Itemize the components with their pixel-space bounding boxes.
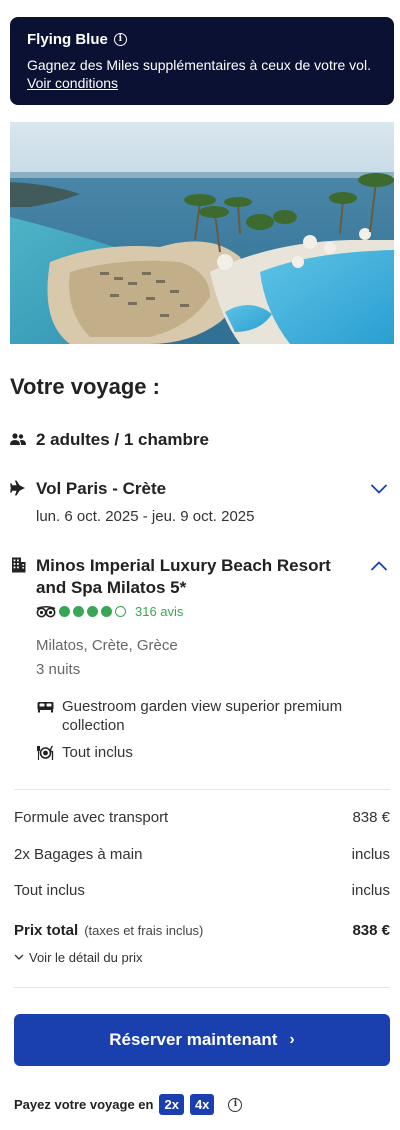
price-label: Formule avec transport (14, 809, 169, 826)
flight-dates: lun. 6 oct. 2025 - jeu. 9 oct. 2025 (36, 508, 255, 525)
flight-row[interactable]: Vol Paris - Crète (10, 478, 394, 500)
tripadvisor-owl-icon (36, 605, 56, 617)
installments-row: Payez votre voyage en 2x 4x i (14, 1094, 243, 1115)
book-now-button[interactable]: Réserver maintenant › (14, 1014, 390, 1066)
price-label: Tout inclus (14, 882, 85, 899)
price-row: Formule avec transport 838 € (14, 809, 390, 826)
banner-text: Gagnez des Miles supplémentaires à ceux … (27, 57, 371, 73)
chevron-up-icon[interactable] (370, 560, 388, 572)
price-detail-toggle[interactable]: Voir le détail du prix (14, 950, 142, 965)
travelers-row: 2 adultes / 1 chambre (10, 429, 394, 451)
room-type: Guestroom garden view superior premium c… (62, 698, 343, 734)
price-detail-label: Voir le détail du prix (29, 950, 143, 965)
info-icon[interactable]: i (228, 1097, 243, 1112)
people-icon (10, 431, 26, 447)
banner-title: Flying Blue (27, 30, 108, 48)
hotel-row[interactable]: Minos Imperial Luxury Beach Resort and S… (10, 555, 394, 599)
bed-icon (36, 698, 54, 716)
flight-title: Vol Paris - Crète (36, 479, 167, 498)
installment-badge-2x[interactable]: 2x (159, 1094, 184, 1115)
total-note: (taxes et frais inclus) (84, 923, 204, 938)
chevron-right-icon: › (289, 1031, 295, 1048)
info-icon[interactable]: i (113, 32, 127, 46)
dining-icon (36, 744, 54, 762)
conditions-link[interactable]: Voir conditions (27, 74, 118, 92)
divider (14, 789, 390, 790)
reviews-count[interactable]: 316 avis (135, 604, 183, 619)
hotel-name: Minos Imperial Luxury Beach Resort and S… (36, 556, 331, 597)
installments-label: Payez votre voyage en (14, 1097, 154, 1112)
travelers-text: 2 adultes / 1 chambre (36, 430, 209, 449)
total-value: 838 € (352, 922, 390, 939)
board-type: Tout inclus (62, 744, 133, 761)
flying-blue-banner: Flying Blue i Gagnez des Miles supplémen… (10, 17, 394, 105)
hotel-location: Milatos, Crète, Grèce (36, 637, 178, 654)
trip-title: Votre voyage : (10, 374, 160, 399)
installment-badge-4x[interactable]: 4x (189, 1094, 215, 1115)
price-value: inclus (351, 846, 390, 863)
total-price-row: Prix total (taxes et frais inclus) 838 € (14, 922, 390, 940)
book-now-label: Réserver maintenant (109, 1030, 278, 1049)
rating-bubble-filled (59, 606, 70, 617)
room-feature: Guestroom garden view superior premium c… (36, 697, 386, 735)
nights-count: 3 nuits (36, 661, 81, 678)
price-label: 2x Bagages à main (14, 846, 143, 863)
rating-bubble-filled (87, 606, 98, 617)
rating-bubble-filled (101, 606, 112, 617)
price-row: Tout inclus inclus (14, 882, 390, 899)
resort-illustration (10, 122, 394, 344)
rating-bubble-empty (115, 606, 126, 617)
price-value: inclus (351, 882, 390, 899)
hotel-photo (10, 122, 394, 344)
chevron-down-icon[interactable] (370, 483, 388, 495)
divider (14, 987, 390, 988)
tripadvisor-rating[interactable]: 316 avis (36, 604, 183, 619)
price-value: 838 € (352, 809, 390, 826)
plane-icon (10, 480, 26, 496)
rating-bubble-filled (73, 606, 84, 617)
price-row: 2x Bagages à main inclus (14, 846, 390, 863)
board-feature: Tout inclus (36, 743, 386, 762)
chevron-down-icon (14, 954, 24, 960)
building-icon (10, 557, 26, 573)
banner-title-row: Flying Blue i (27, 29, 377, 49)
total-label: Prix total (14, 922, 79, 939)
